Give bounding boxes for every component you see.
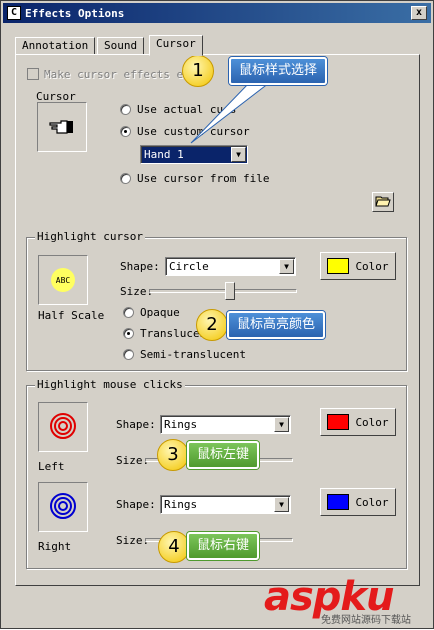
callout-label-1: 鼠标样式选择 bbox=[229, 57, 328, 85]
callout-badge-3: 3 bbox=[157, 439, 189, 471]
tab-cursor[interactable]: Cursor bbox=[149, 35, 203, 56]
callout-badge-2: 2 bbox=[196, 309, 228, 341]
watermark-subtitle: 免费网站源码下载站 bbox=[321, 615, 411, 626]
callout-badge-4: 4 bbox=[158, 531, 190, 563]
callout-label-4: 鼠标右键 bbox=[187, 532, 260, 560]
callout-label-2: 鼠标高亮颜色 bbox=[227, 311, 326, 339]
callout-badge-1: 1 bbox=[182, 55, 214, 87]
callout-label-3: 鼠标左键 bbox=[187, 441, 260, 469]
effects-options-window: C Effects Options x Annotation Sound Cur… bbox=[0, 0, 434, 629]
